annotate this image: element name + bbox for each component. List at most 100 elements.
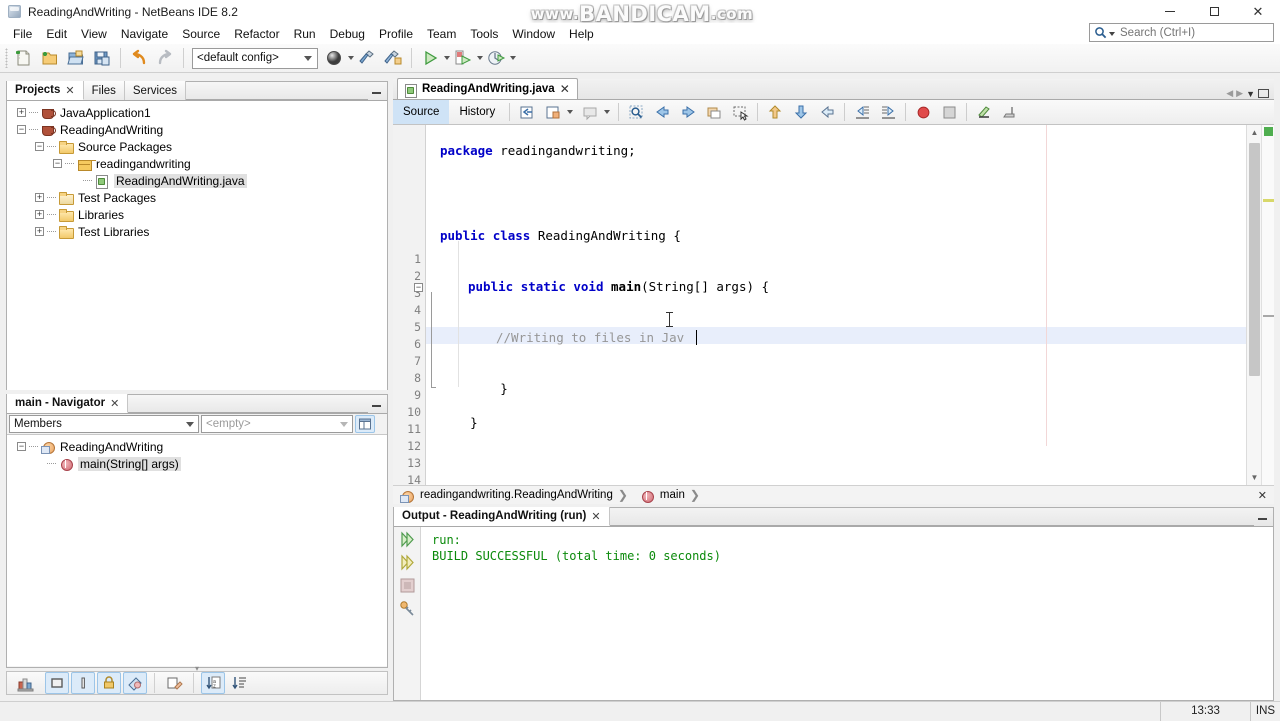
collapse-icon[interactable]: − (53, 159, 62, 168)
tab-output[interactable]: Output - ReadingAndWriting (run) ✕ (394, 507, 610, 526)
toggle-bookmark-button[interactable] (540, 100, 566, 124)
tab-source[interactable]: Source (393, 100, 450, 124)
menu-window[interactable]: Window (505, 25, 562, 43)
navigator-members-select[interactable]: Members (9, 415, 199, 433)
tree-item-javaapplication1[interactable]: + JavaApplication1 (7, 104, 387, 121)
next-error-button[interactable] (788, 100, 814, 124)
tree-item-source-packages[interactable]: − Source Packages (7, 138, 387, 155)
code-text-area[interactable]: package readingandwriting; public class … (426, 125, 1274, 485)
shift-comment-button[interactable] (577, 100, 603, 124)
previous-error-button[interactable] (762, 100, 788, 124)
expand-icon[interactable]: + (35, 227, 44, 236)
editor-tab-readingandwriting-java[interactable]: ReadingAndWriting.java ✕ (397, 78, 578, 99)
previous-bookmark-button[interactable] (649, 100, 675, 124)
tree-item-readingandwriting-project[interactable]: − ReadingAndWriting (7, 121, 387, 138)
menu-navigate[interactable]: Navigate (114, 25, 175, 43)
collapse-icon[interactable]: − (17, 442, 26, 451)
output-minimize-button[interactable] (1254, 511, 1270, 526)
tree-item-package-readingandwriting[interactable]: − readingandwriting (7, 155, 387, 172)
shift-left-button[interactable] (849, 100, 875, 124)
tree-item-readingandwriting-java[interactable]: ReadingAndWriting.java (7, 172, 387, 189)
new-project-button[interactable] (37, 46, 63, 70)
menu-source[interactable]: Source (175, 25, 227, 43)
debug-project-button[interactable] (450, 46, 476, 70)
navigator-scope-select[interactable]: <empty> (201, 415, 353, 433)
select-region-button[interactable] (727, 100, 753, 124)
toggle-rectangular-selection-button[interactable] (701, 100, 727, 124)
navigator-minimize-button[interactable] (368, 398, 384, 413)
shift-right-button[interactable] (875, 100, 901, 124)
expand-icon[interactable]: + (35, 210, 44, 219)
search-dropdown-arrow-icon[interactable] (1109, 32, 1115, 36)
next-bookmark-button[interactable] (675, 100, 701, 124)
tab-services[interactable]: Services (124, 81, 186, 100)
last-edit-button[interactable] (514, 100, 540, 124)
menu-view[interactable]: View (74, 25, 114, 43)
undo-button[interactable] (126, 46, 152, 70)
eraser-button[interactable] (123, 672, 147, 694)
edit-selection-button[interactable] (162, 672, 186, 694)
toolbar-grip[interactable] (5, 48, 8, 68)
sort-alphabetically-button[interactable]: a z (201, 672, 225, 694)
tab-list-icon[interactable]: ▼ (1246, 89, 1255, 99)
editor-annotation-strip[interactable] (1261, 125, 1274, 485)
run-project-button[interactable] (417, 46, 443, 70)
new-file-button[interactable] (11, 46, 37, 70)
output-body[interactable]: run: BUILD SUCCESSFUL (total time: 0 sec… (394, 527, 1273, 700)
navigator-tree[interactable]: − ReadingAndWriting main(String[] args) (7, 435, 387, 666)
maximize-button[interactable] (1192, 0, 1236, 23)
tree-item-test-packages[interactable]: + Test Packages (7, 189, 387, 206)
code-fold-toggle[interactable]: − (414, 283, 423, 292)
menu-run[interactable]: Run (287, 25, 323, 43)
run-to-cursor-button[interactable] (997, 100, 1023, 124)
menu-refactor[interactable]: Refactor (227, 25, 286, 43)
menu-team[interactable]: Team (420, 25, 463, 43)
tree-item-test-libraries[interactable]: + Test Libraries (7, 223, 387, 240)
build-project-button[interactable] (354, 46, 380, 70)
editor-scrollbar-thumb[interactable] (1249, 143, 1260, 376)
show-rectangle-button[interactable] (45, 672, 69, 694)
close-icon[interactable]: ✕ (560, 82, 570, 96)
lock-button[interactable] (97, 672, 121, 694)
search-input[interactable] (1118, 25, 1258, 40)
search-box[interactable] (1089, 23, 1274, 42)
clean-and-build-button[interactable] (380, 46, 406, 70)
collapse-icon[interactable]: − (17, 125, 26, 134)
scroll-down-icon[interactable]: ▼ (1247, 470, 1262, 485)
profile-dropdown[interactable] (509, 56, 516, 60)
expand-icon[interactable]: + (35, 193, 44, 202)
editor-vertical-scrollbar[interactable]: ▲ ▼ (1246, 125, 1261, 485)
maximize-window-icon[interactable] (1258, 89, 1269, 98)
scroll-up-icon[interactable]: ▲ (1247, 125, 1262, 140)
tab-navigator[interactable]: main - Navigator ✕ (7, 394, 129, 413)
run-dropdown[interactable] (443, 56, 450, 60)
tab-history[interactable]: History (449, 100, 505, 124)
find-selection-button[interactable] (623, 100, 649, 124)
collapse-icon[interactable]: − (35, 142, 44, 151)
sort-by-source-button[interactable] (227, 672, 251, 694)
navigator-item-main-method[interactable]: main(String[] args) (7, 455, 387, 472)
toggle-breakpoint-button[interactable] (910, 100, 936, 124)
breadcrumb-close-icon[interactable]: ✕ (1258, 489, 1267, 502)
navigator-item-class[interactable]: − ReadingAndWriting (7, 438, 387, 455)
save-all-button[interactable] (89, 46, 115, 70)
tree-item-libraries[interactable]: + Libraries (7, 206, 387, 223)
code-editor[interactable]: 1 2 3 4 5 6 7 8 9 10 11 12 13 14 15 16 1… (393, 125, 1274, 485)
tab-files[interactable]: Files (83, 81, 125, 100)
show-bar-button[interactable] (71, 672, 95, 694)
stop-button[interactable] (936, 100, 962, 124)
rerun-button[interactable] (397, 529, 418, 550)
breadcrumb-class[interactable]: readingandwriting.ReadingAndWriting (420, 489, 613, 501)
menu-edit[interactable]: Edit (39, 25, 74, 43)
inspect-button[interactable] (971, 100, 997, 124)
projects-minimize-button[interactable] (368, 85, 384, 100)
menu-profile[interactable]: Profile (372, 25, 420, 43)
set-project-configuration-button[interactable] (321, 46, 347, 70)
close-icon[interactable]: ✕ (110, 397, 119, 410)
redo-button[interactable] (152, 46, 178, 70)
close-icon[interactable]: ✕ (591, 510, 600, 523)
menu-debug[interactable]: Debug (323, 25, 372, 43)
chevron-down-icon[interactable] (567, 110, 574, 114)
tab-projects[interactable]: Projects ✕ (7, 81, 84, 100)
output-stop-button[interactable] (397, 575, 418, 596)
